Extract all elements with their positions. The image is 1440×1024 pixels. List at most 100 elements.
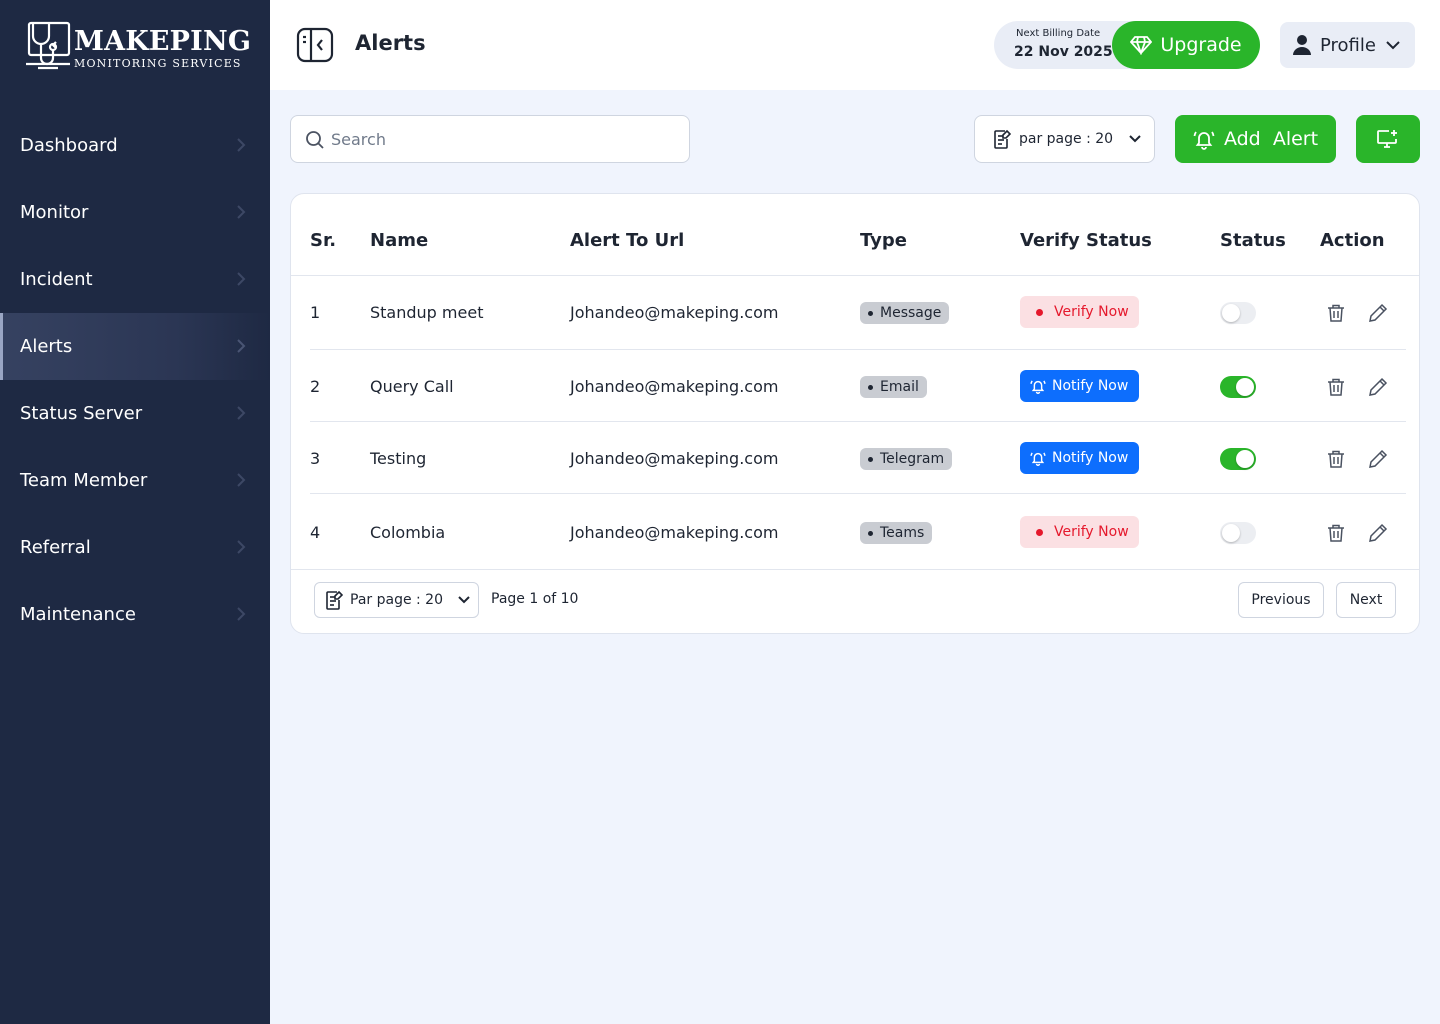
table-row: 1 Standup meet Johandeo@makeping.com Mes…: [291, 276, 1419, 350]
row-name: Testing: [370, 449, 427, 468]
toggle-knob: [1236, 378, 1254, 396]
chevron-down-icon: [458, 596, 470, 604]
search-input[interactable]: [331, 124, 671, 154]
per-page-select[interactable]: par page : 20: [974, 115, 1155, 163]
add-alert-label: Add Alert: [1223, 128, 1319, 150]
footer-divider: [291, 569, 1419, 570]
row-name: Query Call: [370, 377, 454, 396]
verify-label: Verify Now: [1054, 524, 1129, 540]
row-alert-url: Johandeo@makeping.com: [570, 377, 779, 396]
verify-label: Verify Now: [1054, 304, 1129, 320]
column-header-action: Action: [1320, 230, 1385, 251]
column-header-type: Type: [860, 230, 907, 251]
pencil-icon[interactable]: [1368, 377, 1388, 397]
top-header: Alerts Next Billing Date 22 Nov 2025 Upg…: [270, 0, 1440, 90]
row-sr: 4: [310, 523, 321, 542]
sidebar-item-incident[interactable]: Incident: [0, 246, 270, 313]
stethoscope-monitor-logo-icon: [26, 21, 71, 70]
column-header-sr: Sr.: [310, 230, 337, 251]
sidebar: MAKEPING MONITORING SERVICES Dashboard M…: [0, 0, 270, 1024]
chevron-right-icon: [237, 406, 246, 420]
search-icon: [306, 131, 324, 149]
per-page-label: Par page : 20: [350, 592, 443, 608]
type-badge: Teams: [860, 522, 933, 544]
sidebar-item-label: Referral: [20, 537, 91, 558]
verify-now-button[interactable]: Verify Now: [1020, 296, 1139, 328]
document-edit-icon: [994, 129, 1011, 149]
monitor-add-icon: [1377, 130, 1397, 148]
chevron-right-icon: [237, 138, 246, 152]
sidebar-item-label: Team Member: [20, 470, 148, 491]
sidebar-item-dashboard[interactable]: Dashboard: [0, 112, 270, 179]
column-header-status: Status: [1220, 230, 1286, 251]
chevron-right-icon: [237, 272, 246, 286]
diamond-icon: [1130, 36, 1153, 55]
trash-icon[interactable]: [1326, 303, 1346, 323]
table-row: 3 Testing Johandeo@makeping.com Telegram…: [291, 422, 1419, 494]
brand-name: MAKEPING: [74, 26, 252, 57]
red-dot-icon: [1034, 306, 1045, 318]
row-alert-url: Johandeo@makeping.com: [570, 303, 779, 322]
trash-icon[interactable]: [1326, 377, 1346, 397]
add-monitor-button[interactable]: [1356, 115, 1420, 163]
upgrade-button[interactable]: Upgrade: [1112, 21, 1260, 69]
status-toggle[interactable]: [1220, 448, 1256, 470]
trash-icon[interactable]: [1326, 449, 1346, 469]
type-badge: Message: [860, 302, 950, 324]
column-header-verify-status: Verify Status: [1020, 230, 1152, 251]
notify-now-button[interactable]: Notify Now: [1020, 442, 1139, 474]
sidebar-item-team-member[interactable]: Team Member: [0, 447, 270, 514]
bell-ring-icon: [1030, 380, 1046, 394]
alerts-table-card: Sr. Name Alert To Url Type Verify Status…: [290, 193, 1420, 634]
trash-icon[interactable]: [1326, 523, 1346, 543]
sidebar-item-label: Monitor: [20, 202, 89, 223]
status-toggle[interactable]: [1220, 376, 1256, 398]
column-header-name: Name: [370, 230, 429, 251]
sidebar-item-status-server[interactable]: Status Server: [0, 380, 270, 447]
add-alert-button[interactable]: Add Alert: [1175, 115, 1336, 163]
sidebar-nav: Dashboard Monitor Incident Alerts Status…: [0, 112, 270, 648]
page-info: Page 1 of 10: [491, 591, 579, 607]
sidebar-item-label: Incident: [20, 269, 93, 290]
page-title: Alerts: [355, 31, 426, 55]
brand-logo[interactable]: MAKEPING MONITORING SERVICES: [24, 20, 251, 72]
sidebar-item-alerts[interactable]: Alerts: [0, 313, 270, 380]
verify-now-button[interactable]: Verify Now: [1020, 516, 1139, 548]
sidebar-item-label: Dashboard: [20, 135, 118, 156]
profile-menu-button[interactable]: Profile: [1280, 22, 1415, 68]
table-row: 2 Query Call Johandeo@makeping.com Email…: [291, 350, 1419, 422]
pagination-per-page-select[interactable]: Par page : 20: [314, 582, 479, 618]
sidebar-item-label: Alerts: [20, 336, 73, 357]
bell-ring-icon: [1030, 452, 1046, 466]
notify-label: Notify Now: [1052, 450, 1129, 466]
pencil-icon[interactable]: [1368, 449, 1388, 469]
sidebar-item-referral[interactable]: Referral: [0, 514, 270, 581]
next-button[interactable]: Next: [1336, 582, 1396, 618]
status-toggle[interactable]: [1220, 522, 1256, 544]
chevron-right-icon: [237, 607, 246, 621]
row-alert-url: Johandeo@makeping.com: [570, 523, 779, 542]
pencil-icon[interactable]: [1368, 303, 1388, 323]
table-row: 4 Colombia Johandeo@makeping.com Teams V…: [291, 494, 1419, 569]
document-edit-icon: [326, 590, 343, 610]
row-sr: 3: [310, 449, 321, 468]
sidebar-item-monitor[interactable]: Monitor: [0, 179, 270, 246]
sidebar-toggle-icon[interactable]: [296, 27, 334, 63]
row-name: Colombia: [370, 523, 446, 542]
toggle-knob: [1222, 304, 1240, 322]
notify-now-button[interactable]: Notify Now: [1020, 370, 1139, 402]
chevron-down-icon: [1386, 41, 1400, 50]
type-badge: Telegram: [860, 448, 953, 470]
row-name: Standup meet: [370, 303, 484, 322]
sidebar-item-maintenance[interactable]: Maintenance: [0, 581, 270, 648]
sidebar-item-label: Status Server: [20, 403, 143, 424]
previous-button[interactable]: Previous: [1238, 582, 1324, 618]
profile-label: Profile: [1320, 34, 1376, 56]
notify-label: Notify Now: [1052, 378, 1129, 394]
status-toggle[interactable]: [1220, 302, 1256, 324]
billing-date: 22 Nov 2025: [1014, 44, 1113, 60]
pencil-icon[interactable]: [1368, 523, 1388, 543]
toggle-knob: [1236, 450, 1254, 468]
per-page-label: par page : 20: [1019, 131, 1114, 147]
brand-tagline: MONITORING SERVICES: [74, 57, 242, 70]
